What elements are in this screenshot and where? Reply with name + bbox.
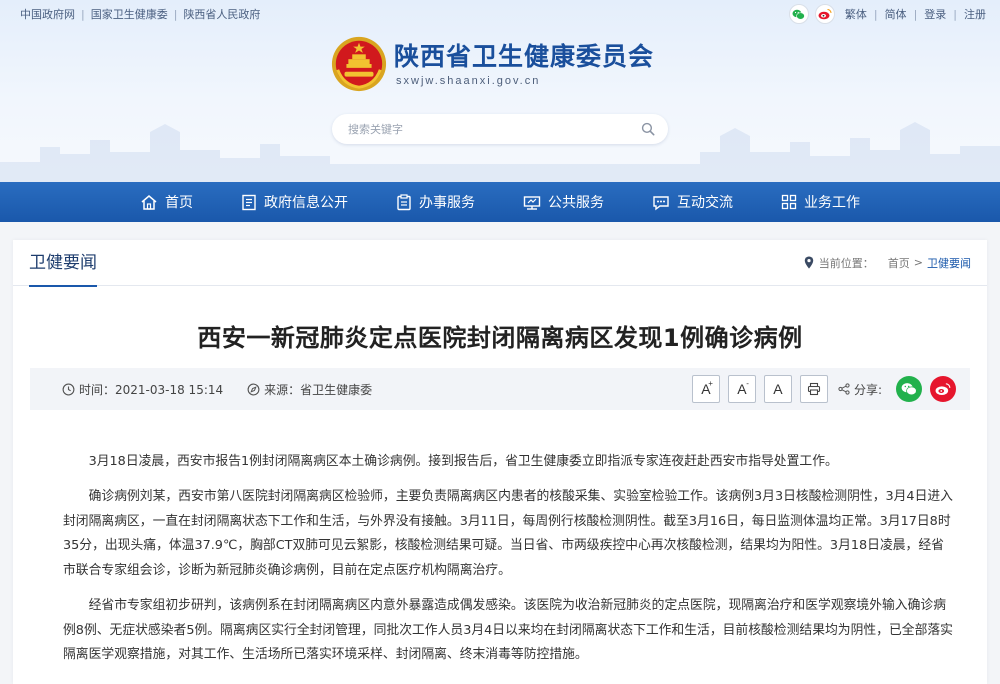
nav-label: 首页 xyxy=(165,195,193,211)
breadcrumb-home[interactable]: 首页 xyxy=(888,255,910,271)
grid-icon xyxy=(781,194,797,210)
print-button[interactable] xyxy=(799,375,828,403)
article-paragraph: 经省市专家组初步研判，该病例系在封闭隔离病区内意外暴露造成偶发感染。该医院为收治… xyxy=(63,598,953,663)
nav-item-services[interactable]: 办事服务 xyxy=(372,182,499,222)
site-header: 中国政府网 | 国家卫生健康委 | 陕西省人民政府 繁体 | 简体 | 登录 |… xyxy=(0,0,1000,182)
home-icon xyxy=(141,194,157,210)
top-link-gov[interactable]: 中国政府网 xyxy=(20,6,75,22)
font-smaller-button[interactable]: A- xyxy=(727,375,756,403)
clipboard-icon xyxy=(397,193,411,210)
nav-label: 政府信息公开 xyxy=(264,195,348,211)
link-login[interactable]: 登录 xyxy=(924,6,946,22)
article-paragraph: 3月18日凌晨，西安市报告1例封闭隔离病区本土确诊病例。接到报告后，省卫生健康委… xyxy=(88,454,838,469)
font-larger-button[interactable]: A + xyxy=(691,375,720,403)
search-input[interactable] xyxy=(348,122,640,136)
link-register[interactable]: 注册 xyxy=(964,6,986,22)
search-icon[interactable] xyxy=(640,121,656,137)
breadcrumb-current[interactable]: 卫健要闻 xyxy=(927,255,971,271)
document-list-icon xyxy=(242,194,256,210)
nav-item-interaction[interactable]: 互动交流 xyxy=(628,182,757,222)
separator: | xyxy=(173,7,178,21)
breadcrumb-label: 当前位置： xyxy=(818,256,874,270)
national-emblem-icon xyxy=(331,36,387,92)
publish-time: 时间：2021-03-18 15:14 xyxy=(62,381,223,398)
search-box xyxy=(332,114,668,144)
section-title: 卫健要闻 xyxy=(29,240,97,287)
nav-item-info-disclosure[interactable]: 政府信息公开 xyxy=(217,182,372,222)
wechat-icon[interactable] xyxy=(788,4,809,24)
link-simplified[interactable]: 简体 xyxy=(885,6,907,22)
top-link-shaanxi-gov[interactable]: 陕西省人民政府 xyxy=(183,6,260,22)
clock-icon xyxy=(62,383,75,395)
share-section: 分享: xyxy=(838,381,882,398)
main-nav: 首页 政府信息公开 办事服务 公共服务 互动交流 业务工作 xyxy=(0,182,1000,222)
share-icon xyxy=(838,383,850,395)
site-title: 陕西省卫生健康委员会 xyxy=(394,42,655,71)
article-source: 来源：省卫生健康委 xyxy=(247,381,372,398)
breadcrumb-separator: > xyxy=(913,256,923,269)
compass-icon xyxy=(247,383,260,395)
content-panel: 卫健要闻 当前位置： 首页 > 卫健要闻 西安一新冠肺炎定点医院封闭隔离病区发现… xyxy=(13,240,987,684)
nav-label: 公共服务 xyxy=(548,195,604,211)
separator: | xyxy=(81,7,85,21)
separator: | xyxy=(873,7,878,21)
top-links: 中国政府网 | 国家卫生健康委 | 陕西省人民政府 xyxy=(20,6,260,22)
font-smaller-label: A xyxy=(737,381,747,397)
publish-time-text: 时间：2021-03-18 15:14 xyxy=(79,382,224,397)
public-service-icon xyxy=(523,195,541,210)
share-wechat-icon[interactable] xyxy=(896,376,922,402)
share-label: 分享: xyxy=(853,382,882,397)
section-bar: 卫健要闻 当前位置： 首页 > 卫健要闻 xyxy=(13,240,987,287)
share-weibo-icon[interactable] xyxy=(930,376,956,402)
article-tools: A + A- A 分享: xyxy=(684,375,956,403)
separator: | xyxy=(953,7,957,21)
breadcrumb: 当前位置： 首页 > 卫健要闻 xyxy=(804,255,971,271)
nav-label: 办事服务 xyxy=(419,195,475,211)
font-normal-button[interactable]: A xyxy=(763,375,792,403)
link-traditional[interactable]: 繁体 xyxy=(845,6,867,22)
logo-text: 陕西省卫生健康委员会 sxwjw.shaanxi.gov.cn xyxy=(394,41,654,87)
chat-bubble-icon xyxy=(653,195,669,210)
font-normal-label: A xyxy=(773,381,783,397)
article-source-text: 来源：省卫生健康委 xyxy=(264,382,373,397)
nav-item-public-services[interactable]: 公共服务 xyxy=(499,182,628,222)
nav-label: 互动交流 xyxy=(677,195,733,211)
separator: | xyxy=(913,7,918,21)
article-meta: 时间：2021-03-18 15:14 来源：省卫生健康委 xyxy=(62,381,396,398)
weibo-icon[interactable] xyxy=(814,4,835,24)
nav-label: 业务工作 xyxy=(804,195,860,211)
nav-item-home[interactable]: 首页 xyxy=(116,182,217,222)
site-domain: sxwjw.shaanxi.gov.cn xyxy=(396,75,541,87)
location-pin-icon xyxy=(804,256,813,269)
site-logo[interactable]: 陕西省卫生健康委员会 sxwjw.shaanxi.gov.cn xyxy=(330,33,680,95)
printer-icon xyxy=(807,382,821,396)
article-title: 西安一新冠肺炎定点医院封闭隔离病区发现1例确诊病例 xyxy=(197,324,803,352)
article-meta-bar: 时间：2021-03-18 15:14 来源：省卫生健康委 A + A- A 分享… xyxy=(30,368,970,410)
article-paragraph: 确诊病例刘某，西安市第八医院封闭隔离病区检验师，主要负责隔离病区内患者的核酸采集… xyxy=(63,489,953,578)
top-link-nhc[interactable]: 国家卫生健康委 xyxy=(91,6,168,22)
font-larger-sup: + xyxy=(708,379,713,388)
font-smaller-sup: - xyxy=(746,379,749,388)
nav-item-business[interactable]: 业务工作 xyxy=(757,182,884,222)
article-body: 3月18日凌晨，西安市报告1例封闭隔离病区本土确诊病例。接到报告后，省卫生健康委… xyxy=(63,450,953,679)
top-right-tools: 繁体 | 简体 | 登录 | 注册 xyxy=(788,3,986,25)
